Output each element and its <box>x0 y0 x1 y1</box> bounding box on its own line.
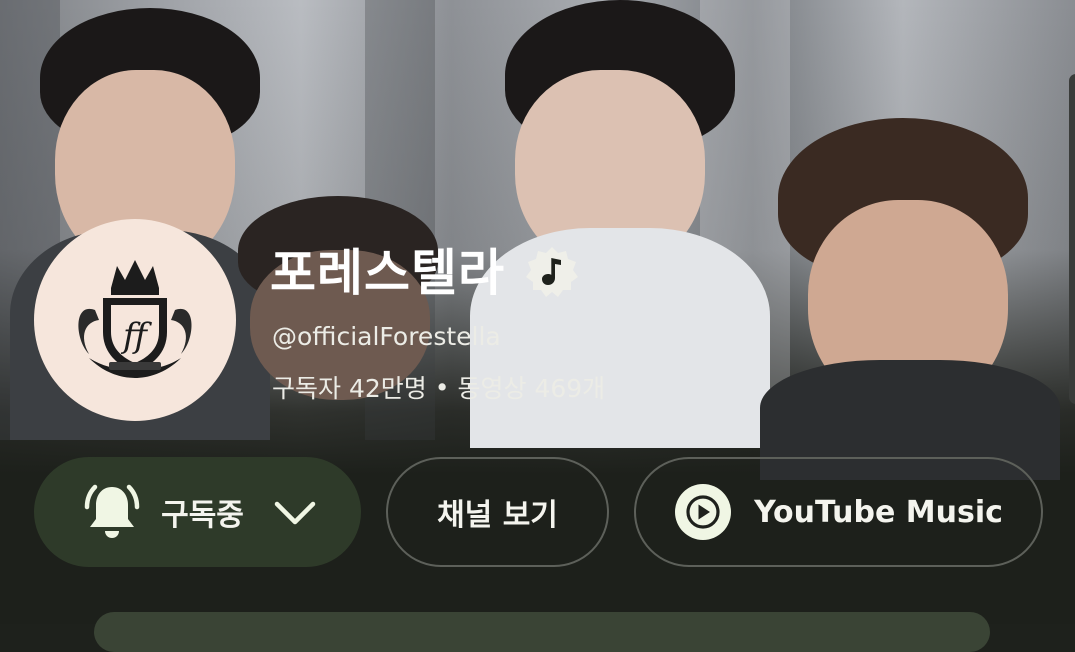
youtube-music-icon <box>675 484 732 540</box>
channel-stats: 구독자 42만명 • 동영상 469개 <box>272 369 605 405</box>
subscribed-button[interactable]: 구독중 <box>34 457 361 567</box>
chevron-down-icon <box>274 501 316 525</box>
youtube-music-button[interactable]: YouTube Music <box>634 457 1043 567</box>
view-channel-button[interactable]: 채널 보기 <box>386 457 609 567</box>
next-section-pill[interactable] <box>94 612 990 652</box>
bell-ringing-icon <box>84 484 140 538</box>
music-note-badge-icon[interactable] <box>523 244 581 302</box>
channel-handle: @officialForestella <box>272 322 501 351</box>
scroll-edge <box>1069 74 1075 404</box>
stats-separator: • <box>434 372 450 402</box>
view-channel-label: 채널 보기 <box>437 498 558 533</box>
subscriber-count: 구독자 42만명 <box>272 374 427 403</box>
channel-title-row: 포레스텔라 <box>270 244 581 302</box>
subscribed-label: 구독중 <box>161 498 244 533</box>
channel-avatar[interactable]: ff <box>34 219 236 421</box>
crest-logo: ff <box>78 260 192 378</box>
video-count: 동영상 469개 <box>457 374 606 403</box>
youtube-music-label: YouTube Music <box>754 494 1003 530</box>
channel-name: 포레스텔라 <box>270 244 505 302</box>
